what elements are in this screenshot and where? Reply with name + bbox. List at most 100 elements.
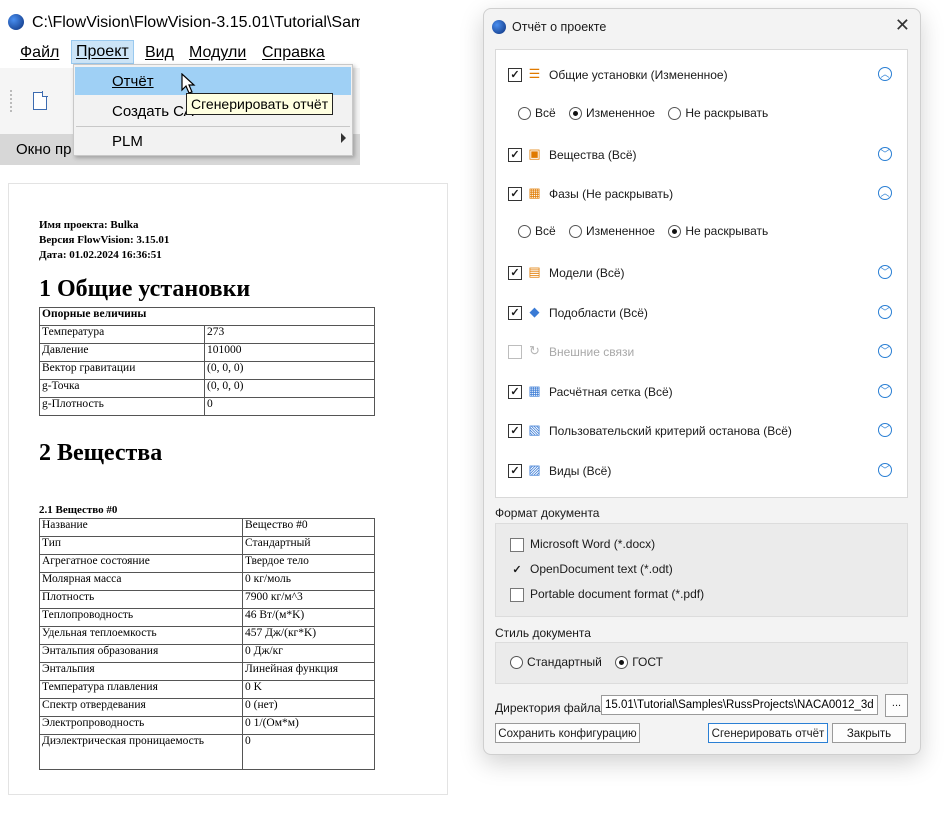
radio-changed[interactable]: Измененное <box>569 224 655 239</box>
flowvision-logo-icon <box>492 20 506 34</box>
style-gost-radio[interactable]: ГОСТ <box>615 655 663 670</box>
radio-all[interactable]: Всё <box>518 224 556 239</box>
external-links-icon: ↻ <box>529 343 540 358</box>
section-label: Подобласти (Всё) <box>549 306 648 320</box>
menu-project[interactable]: Проект <box>71 40 134 64</box>
section-checkbox[interactable]: ✓ <box>508 424 522 438</box>
menu-item-create[interactable]: Создать СА <box>112 103 194 120</box>
format-group-title: Формат документа <box>495 506 600 520</box>
section-checkbox[interactable]: ✓ <box>508 306 522 320</box>
table-row: Спектр отвердевания 0 (нет) <box>39 698 375 717</box>
radio-no-expand[interactable]: Не раскрывать <box>668 224 768 239</box>
table-header: Опорные величины <box>39 307 375 326</box>
chevron-up-icon[interactable]: ︿ <box>878 67 892 81</box>
format-checkbox[interactable] <box>510 537 524 552</box>
section-models[interactable]: ✓ ▤ Модели (Всё) ﹀ <box>496 263 907 283</box>
phases-radio-group: Всё Измененное Не раскрывать <box>518 224 898 242</box>
chevron-down-icon[interactable]: ﹀ <box>878 463 892 477</box>
tooltip: Сгенерировать отчёт <box>186 93 334 115</box>
chevron-up-icon[interactable]: ︿ <box>878 186 892 200</box>
menu-help[interactable]: Справка <box>262 44 325 62</box>
table-row: Электропроводность 0 1/(Ом*м) <box>39 716 375 735</box>
format-odt[interactable]: ✓ OpenDocument text (*.odt) <box>510 562 672 577</box>
section-views[interactable]: ✓ ▨ Виды (Всё) ﹀ <box>496 461 907 481</box>
models-icon: ▤ <box>528 264 541 279</box>
format-checkbox[interactable] <box>510 587 524 602</box>
table-row: Молярная масса 0 кг/моль <box>39 572 375 591</box>
settings-sliders-icon: ☰ <box>528 66 541 81</box>
flowvision-logo-icon <box>8 14 24 30</box>
style-standard-radio[interactable]: Стандартный <box>510 655 602 670</box>
toolbar-grip[interactable] <box>10 90 15 112</box>
section-checkbox[interactable]: ✓ <box>508 148 522 162</box>
chevron-down-icon[interactable]: ﹀ <box>878 265 892 279</box>
section-general[interactable]: ✓ ☰ Общие установки (Измененное) ︿ <box>496 65 907 85</box>
stop-criterion-icon: ▧ <box>528 422 541 437</box>
general-radio-group: Всё Измененное Не раскрывать <box>518 106 898 124</box>
table-row: Энтальпия образования 0 Дж/кг <box>39 644 375 663</box>
section-checkbox[interactable]: ✓ <box>508 187 522 201</box>
section-label: Расчётная сетка (Всё) <box>549 385 673 399</box>
menu-view[interactable]: Вид <box>145 44 174 62</box>
section-substances[interactable]: ✓ ▣ Вещества (Всё) ﹀ <box>496 145 907 165</box>
new-document-icon[interactable] <box>33 91 48 110</box>
section-phases[interactable]: ✓ ▦ Фазы (Не раскрывать) ︿ <box>496 184 907 204</box>
section-subregions[interactable]: ✓ ◆ Подобласти (Всё) ﹀ <box>496 303 907 323</box>
format-group: Microsoft Word (*.docx) ✓ OpenDocument te… <box>495 523 908 617</box>
section-label: Виды (Всё) <box>549 464 612 478</box>
section-label: Фазы (Не раскрывать) <box>549 187 674 201</box>
close-icon[interactable]: ✕ <box>895 15 910 36</box>
section-grid[interactable]: ✓ ▦ Расчётная сетка (Всё) ﹀ <box>496 382 907 402</box>
main-window-crop: C:\FlowVision\FlowVision-3.15.01\Tutoria… <box>0 0 360 165</box>
section-label: Модели (Всё) <box>549 266 625 280</box>
section-checkbox[interactable]: ✓ <box>508 464 522 478</box>
table-row: Давление 101000 <box>39 343 375 362</box>
mouse-cursor-icon <box>181 73 196 94</box>
format-checkbox[interactable]: ✓ <box>510 563 524 577</box>
section-stop-criterion[interactable]: ✓ ▧ Пользовательский критерий останова (… <box>496 421 907 441</box>
section-checkbox[interactable]: ✓ <box>508 385 522 399</box>
menu-modules[interactable]: Модули <box>189 44 246 62</box>
table-row: Удельная теплоемкость 457 Дж/(кг*K) <box>39 626 375 645</box>
chevron-down-icon[interactable]: ﹀ <box>878 423 892 437</box>
generate-report-button[interactable]: Сгенерировать отчёт <box>708 723 828 743</box>
chevron-down-icon[interactable]: ﹀ <box>878 147 892 161</box>
section-checkbox[interactable]: ✓ <box>508 68 522 82</box>
section-label: Вещества (Всё) <box>549 148 637 162</box>
table-row: g-Плотность 0 <box>39 397 375 416</box>
format-pdf[interactable]: Portable document format (*.pdf) <box>510 587 704 602</box>
section-checkbox <box>508 345 522 359</box>
browse-button[interactable]: ... <box>885 694 908 717</box>
reference-values-table: Опорные величины Температура 273 Давление… <box>39 307 375 416</box>
section-label: Общие установки (Измененное) <box>549 68 728 82</box>
format-docx[interactable]: Microsoft Word (*.docx) <box>510 537 655 552</box>
directory-label: Директория файла: <box>495 701 605 715</box>
subregions-icon: ◆ <box>529 304 540 319</box>
radio-changed[interactable]: Измененное <box>569 106 655 121</box>
views-icon: ▨ <box>528 462 541 477</box>
style-group-title: Стиль документа <box>495 626 591 640</box>
chevron-down-icon[interactable]: ﹀ <box>878 305 892 319</box>
close-button[interactable]: Закрыть <box>832 723 906 743</box>
panel-label: Окно пр <box>16 141 72 158</box>
table-row: Температура плавления 0 K <box>39 680 375 699</box>
report-header: Имя проекта: Bulka Версия FlowVision: 3.… <box>39 218 169 263</box>
directory-input[interactable] <box>601 695 878 715</box>
section-title-general: 1 Общие установки <box>39 276 251 302</box>
chevron-down-icon[interactable]: ﹀ <box>878 384 892 398</box>
sections-panel: ✓ ☰ Общие установки (Измененное) ︿ Всё И… <box>495 49 908 498</box>
section-label: Пользовательский критерий останова (Всё) <box>549 424 792 438</box>
phases-icon: ▦ <box>528 185 541 200</box>
menu-item-report[interactable]: Отчёт <box>112 73 154 90</box>
menu-file[interactable]: Файл <box>20 44 59 62</box>
substance-table: Название Вещество #0 Тип Стандартный Агрег… <box>39 518 375 770</box>
chevron-down-icon[interactable]: ﹀ <box>878 344 892 358</box>
table-row: Энтальпия Линейная функция <box>39 662 375 681</box>
menu-item-plm[interactable]: PLM <box>112 133 143 150</box>
radio-all[interactable]: Всё <box>518 106 556 121</box>
save-config-button[interactable]: Сохранить конфигурацию <box>495 723 640 743</box>
radio-no-expand[interactable]: Не раскрывать <box>668 106 768 121</box>
table-row: Диэлектрическая проницаемость 0 <box>39 734 375 770</box>
project-report-dialog: Отчёт о проекте ✕ ✓ ☰ Общие установки (И… <box>483 8 921 755</box>
section-checkbox[interactable]: ✓ <box>508 266 522 280</box>
